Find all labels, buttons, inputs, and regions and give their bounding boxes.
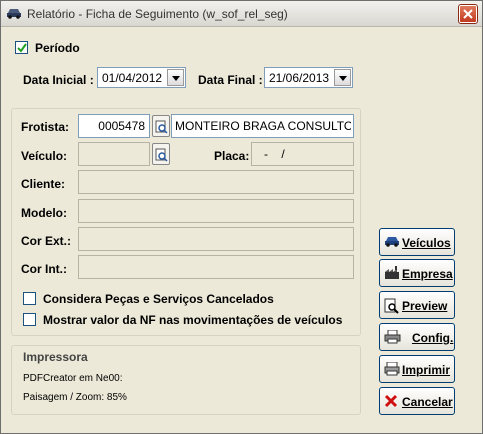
printer-config-icon [384, 330, 401, 344]
cor-ext-input[interactable] [78, 227, 354, 251]
data-inicial-value: 01/04/2012 [102, 71, 163, 85]
impressora-title: Impressora [23, 350, 88, 364]
imprimir-button-label: Imprimir [402, 363, 451, 377]
car-icon [385, 237, 399, 247]
modelo-label: Modelo: [21, 206, 67, 220]
report-window: Relatório - Ficha de Seguimento (w_sof_r… [0, 0, 483, 434]
data-final-field[interactable]: 21/06/2013 [264, 67, 353, 88]
empresa-button[interactable]: Empresa [379, 259, 455, 287]
preview-button-label: Preview [402, 299, 448, 313]
placa-input[interactable]: - / [251, 142, 354, 166]
placa-value: - / [264, 147, 285, 161]
periodo-checkbox[interactable] [15, 41, 28, 54]
cliente-input[interactable] [78, 170, 354, 194]
mostrar-nf-label: Mostrar valor da NF nas movimentações de… [43, 313, 343, 327]
veiculo-search-button[interactable] [152, 143, 170, 165]
frotista-code-value: 0005478 [98, 119, 145, 133]
chevron-down-icon [172, 76, 180, 81]
imprimir-button[interactable]: Imprimir [379, 355, 455, 383]
preview-button[interactable]: Preview [379, 291, 455, 319]
considera-checkbox[interactable] [23, 292, 36, 305]
window-title: Relatório - Ficha de Seguimento (w_sof_r… [27, 7, 288, 21]
magnifier-page-icon [384, 298, 399, 314]
placa-label: Placa: [214, 149, 250, 163]
veiculo-label: Veículo: [21, 149, 68, 163]
title-bar: Relatório - Ficha de Seguimento (w_sof_r… [1, 1, 482, 27]
frotista-name-value: MONTEIRO BRAGA CONSULTOR [175, 119, 351, 133]
frotista-search-button[interactable] [152, 115, 170, 137]
veiculo-input[interactable] [78, 142, 150, 166]
checkmark-icon [17, 43, 27, 53]
cancelar-button-label: Cancelar [402, 395, 453, 409]
cliente-label: Cliente: [21, 177, 66, 191]
search-document-icon [155, 148, 168, 162]
search-document-icon [155, 120, 168, 134]
mostrar-nf-checkbox[interactable] [23, 313, 36, 326]
config-button[interactable]: Config. [379, 323, 455, 351]
data-final-dropdown-button[interactable] [334, 69, 351, 86]
red-x-icon [384, 394, 398, 408]
cor-ext-label: Cor Ext.: [21, 234, 72, 248]
considera-label: Considera Peças e Serviços Cancelados [43, 292, 274, 306]
factory-icon [385, 266, 399, 279]
periodo-label: Período [35, 41, 80, 55]
data-inicial-dropdown-button[interactable] [167, 69, 184, 86]
frotista-code-input[interactable]: 0005478 [78, 114, 150, 138]
modelo-input[interactable] [78, 199, 354, 223]
empresa-button-label: Empresa [402, 267, 453, 281]
impressora-printer: PDFCreator em Ne00: [23, 373, 123, 384]
close-button[interactable] [458, 4, 478, 24]
car-icon [6, 7, 22, 22]
close-icon [463, 9, 473, 19]
data-inicial-field[interactable]: 01/04/2012 [97, 67, 186, 88]
printer-icon [384, 362, 400, 376]
data-final-value: 21/06/2013 [269, 71, 330, 85]
chevron-down-icon [339, 76, 347, 81]
config-button-label: Config. [412, 331, 454, 345]
cancelar-button[interactable]: Cancelar [379, 387, 455, 415]
cor-int-label: Cor Int.: [21, 262, 67, 276]
frotista-name-input[interactable]: MONTEIRO BRAGA CONSULTOR [171, 114, 354, 138]
veiculos-button-label: Veículos [402, 236, 451, 250]
impressora-layout: Paisagem / Zoom: 85% [23, 392, 127, 403]
data-final-label: Data Final : [198, 73, 263, 87]
cor-int-input[interactable] [78, 255, 354, 279]
frotista-label: Frotista: [21, 120, 69, 134]
veiculos-button[interactable]: Veículos [379, 228, 455, 256]
data-inicial-label: Data Inicial : [23, 73, 94, 87]
